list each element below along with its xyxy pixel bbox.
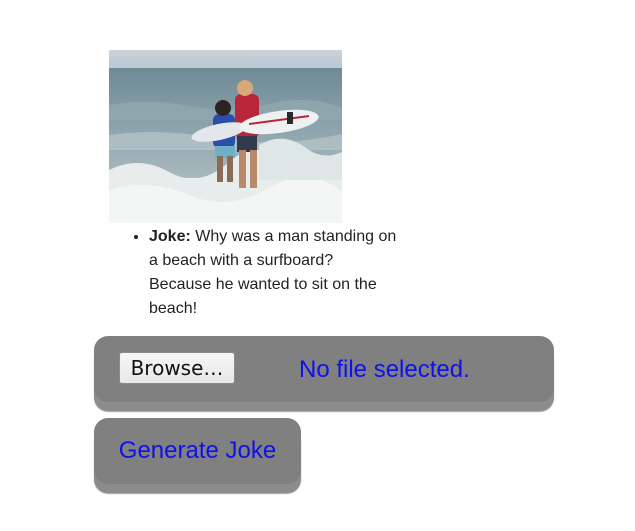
generate-joke-button[interactable]: Generate Joke [94, 418, 301, 484]
joke-list: Joke: Why was a man standing on a beach … [109, 225, 399, 321]
joke-item: Joke: Why was a man standing on a beach … [149, 225, 399, 321]
file-status-text: No file selected. [299, 356, 470, 383]
joke-label: Joke: [149, 228, 191, 245]
surf-photo [109, 50, 342, 223]
browse-button[interactable]: Browse… [119, 352, 235, 384]
page: Joke: Why was a man standing on a beach … [0, 0, 635, 531]
file-upload-panel: Browse… No file selected. [94, 336, 554, 402]
